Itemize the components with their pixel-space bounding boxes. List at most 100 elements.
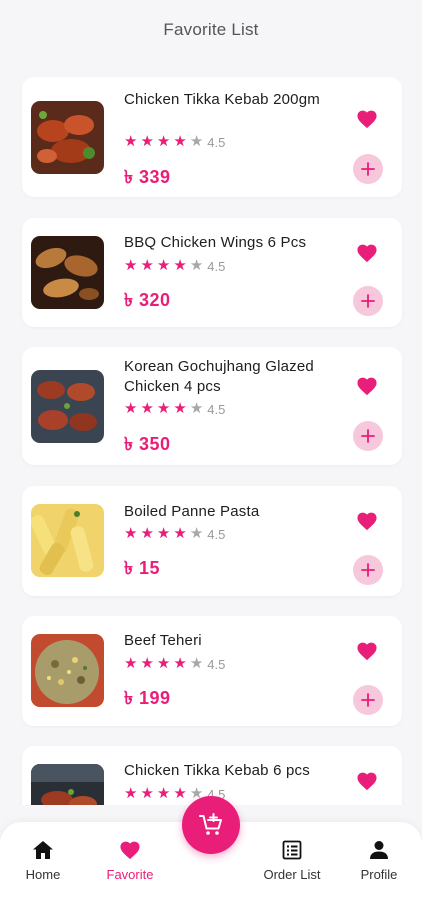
favorite-item-card[interactable]: Chicken Tikka Kebab 200gm ★ ★ ★ ★ ★ 4.5 ৳ 33… xyxy=(22,77,402,197)
heart-icon xyxy=(357,110,377,129)
plus-icon xyxy=(361,429,375,443)
heart-icon xyxy=(357,512,377,531)
item-image xyxy=(31,101,104,174)
star-filled-icon: ★ xyxy=(124,257,138,274)
star-filled-icon: ★ xyxy=(173,133,187,150)
heart-icon xyxy=(357,642,377,661)
item-rating: ★ ★ ★ ★ ★ 4.5 xyxy=(124,400,225,418)
heart-icon xyxy=(357,377,377,396)
rating-value: 4.5 xyxy=(207,656,226,672)
favorite-heart-button[interactable] xyxy=(352,506,382,536)
star-filled-icon: ★ xyxy=(124,525,138,542)
favorite-item-card[interactable]: Boiled Panne Pasta ★ ★ ★ ★ ★ 4.5 ৳ 15 xyxy=(22,486,402,596)
nav-home-label: Home xyxy=(25,867,61,882)
item-rating: ★ ★ ★ ★ ★ 4.5 xyxy=(124,655,225,673)
star-empty-icon: ★ xyxy=(189,525,204,542)
rating-value: 4.5 xyxy=(207,526,226,542)
heart-icon xyxy=(120,841,140,860)
star-filled-icon: ★ xyxy=(156,133,171,150)
star-filled-icon: ★ xyxy=(173,655,187,672)
star-filled-icon: ★ xyxy=(124,133,138,150)
star-filled-icon: ★ xyxy=(173,785,187,802)
page-title: Favorite List xyxy=(163,20,259,39)
favorite-heart-button[interactable] xyxy=(352,766,382,796)
star-filled-icon: ★ xyxy=(140,257,154,274)
item-name: BBQ Chicken Wings 6 Pcs xyxy=(124,234,307,251)
item-name: Korean Gochujhang Glazed Chicken 4 pcs xyxy=(124,358,314,395)
item-rating: ★ ★ ★ ★ ★ 4.5 xyxy=(124,133,225,151)
favorite-heart-button[interactable] xyxy=(352,238,382,268)
item-price: ৳ 15 xyxy=(124,558,160,578)
item-rating: ★ ★ ★ ★ ★ 4.5 xyxy=(124,257,225,275)
person-icon xyxy=(370,841,388,859)
item-price: ৳ 350 xyxy=(124,434,171,454)
star-empty-icon: ★ xyxy=(189,655,204,672)
item-price: ৳ 339 xyxy=(124,167,171,187)
star-filled-icon: ★ xyxy=(140,525,154,542)
star-filled-icon: ★ xyxy=(124,400,138,417)
add-to-cart-button[interactable] xyxy=(353,421,383,451)
heart-icon xyxy=(357,772,377,791)
star-empty-icon: ★ xyxy=(189,400,204,417)
favorite-item-card[interactable]: Beef Teheri ★ ★ ★ ★ ★ 4.5 ৳ 199 xyxy=(22,616,402,726)
favorite-item-card[interactable]: Korean Gochujhang Glazed Chicken 4 pcs ★… xyxy=(22,347,402,465)
heart-icon xyxy=(357,244,377,263)
rating-value: 4.5 xyxy=(207,134,226,150)
star-filled-icon: ★ xyxy=(140,655,154,672)
app-header: Favorite List xyxy=(0,0,422,60)
star-filled-icon: ★ xyxy=(140,133,154,150)
plus-icon xyxy=(361,162,375,176)
star-filled-icon: ★ xyxy=(156,400,171,417)
add-to-cart-button[interactable] xyxy=(353,555,383,585)
star-filled-icon: ★ xyxy=(173,400,187,417)
plus-icon xyxy=(361,294,375,308)
star-filled-icon: ★ xyxy=(156,257,171,274)
add-to-cart-button[interactable] xyxy=(353,685,383,715)
favorite-heart-button[interactable] xyxy=(352,371,382,401)
star-filled-icon: ★ xyxy=(173,257,187,274)
rating-value: 4.5 xyxy=(207,258,226,274)
nav-favorite[interactable]: Favorite xyxy=(90,840,170,882)
item-image xyxy=(31,634,104,707)
add-to-cart-button[interactable] xyxy=(353,154,383,184)
star-filled-icon: ★ xyxy=(140,400,154,417)
item-image xyxy=(31,504,104,577)
star-filled-icon: ★ xyxy=(156,785,171,802)
item-price: ৳ 199 xyxy=(124,688,171,708)
star-empty-icon: ★ xyxy=(189,257,204,274)
item-rating: ★ ★ ★ ★ ★ 4.5 xyxy=(124,525,225,543)
list-icon xyxy=(282,840,302,860)
item-name: Beef Teheri xyxy=(124,632,202,649)
item-name: Chicken Tikka Kebab 6 pcs xyxy=(124,762,310,779)
nav-profile-label: Profile xyxy=(360,867,398,882)
cart-fab-button[interactable] xyxy=(182,796,240,854)
plus-icon xyxy=(361,693,375,707)
favorite-heart-button[interactable] xyxy=(352,636,382,666)
star-filled-icon: ★ xyxy=(173,525,187,542)
home-icon xyxy=(33,841,53,859)
item-image xyxy=(31,236,104,309)
nav-order-list-label: Order List xyxy=(263,867,321,882)
item-image xyxy=(31,370,104,443)
star-filled-icon: ★ xyxy=(124,785,138,802)
item-image xyxy=(31,764,104,805)
nav-profile[interactable]: Profile xyxy=(339,840,419,882)
favorite-heart-button[interactable] xyxy=(352,104,382,134)
star-filled-icon: ★ xyxy=(124,655,138,672)
nav-order-list[interactable]: Order List xyxy=(252,840,332,882)
nav-home[interactable]: Home xyxy=(3,840,83,882)
favorite-item-card[interactable]: BBQ Chicken Wings 6 Pcs ★ ★ ★ ★ ★ 4.5 ৳ 320 xyxy=(22,218,402,327)
item-name: Chicken Tikka Kebab 200gm xyxy=(124,91,320,108)
favorite-list[interactable]: Chicken Tikka Kebab 200gm ★ ★ ★ ★ ★ 4.5 ৳ 33… xyxy=(0,60,422,805)
cart-plus-icon xyxy=(199,813,222,835)
add-to-cart-button[interactable] xyxy=(353,286,383,316)
rating-value: 4.5 xyxy=(207,401,226,417)
item-name: Boiled Panne Pasta xyxy=(124,503,260,520)
star-filled-icon: ★ xyxy=(156,525,171,542)
star-filled-icon: ★ xyxy=(140,785,154,802)
nav-favorite-label: Favorite xyxy=(106,867,154,882)
plus-icon xyxy=(361,563,375,577)
star-filled-icon: ★ xyxy=(156,655,171,672)
item-price: ৳ 320 xyxy=(124,290,171,310)
star-empty-icon: ★ xyxy=(189,133,204,150)
